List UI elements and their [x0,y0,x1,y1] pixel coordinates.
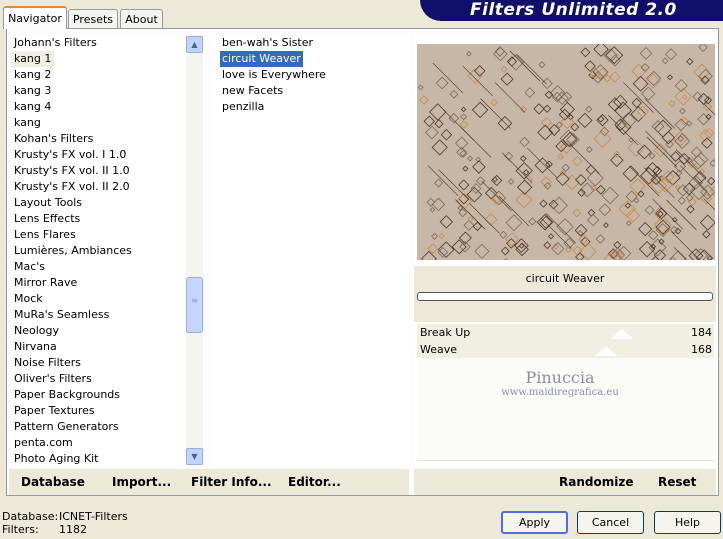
category-item[interactable]: Noise Filters [14,355,81,371]
preview-filter-name: circuit Weaver [525,272,605,285]
reset-link[interactable]: Reset [658,469,696,495]
import-link[interactable]: Import... [112,469,171,495]
randomize-link[interactable]: Randomize [559,469,633,495]
category-scrollbar[interactable]: ▲ ≡ ▼ [186,35,203,465]
category-item[interactable]: Layout Tools [14,195,82,211]
parameter-slider-1[interactable]: Weave 168 [417,341,714,359]
filter-item[interactable]: penzilla [222,99,264,115]
category-item[interactable]: Mock [14,291,43,307]
preview-image [417,44,715,260]
editor-link[interactable]: Editor... [288,469,341,495]
category-item[interactable]: Johann's Filters [14,35,97,51]
category-item[interactable]: Mirror Rave [14,275,77,291]
scroll-down-button[interactable]: ▼ [186,448,203,465]
database-link[interactable]: Database [21,469,85,495]
grip-icon: ≡ [191,296,198,305]
category-item[interactable]: Photo Aging Kit [14,451,98,465]
category-item[interactable]: Neology [14,323,59,339]
app-title: Filters Unlimited 2.0 [470,0,677,20]
slider-thumb-icon[interactable] [595,346,617,356]
watermark-name: Pinuccia [525,368,595,387]
category-item[interactable]: Lens Flares [14,227,76,243]
category-item[interactable]: MuRa's Seamless [14,307,109,323]
category-item[interactable]: Lumières, Ambiances [14,243,132,259]
parameter-label: Break Up [420,326,471,339]
parameter-slider-0[interactable]: Break Up 184 [417,324,714,342]
filters-label: Filters: [2,523,39,536]
category-item[interactable]: Paper Backgrounds [14,387,120,403]
category-item[interactable]: penta.com [14,435,73,451]
category-item[interactable]: Oliver's Filters [14,371,92,387]
preview-texture [417,44,715,260]
watermark-url: www.maidiregrafica.eu [501,387,619,398]
progress-bar [417,292,713,301]
scroll-thumb[interactable]: ≡ [186,277,203,333]
category-item[interactable]: Krusty's FX vol. II 2.0 [14,179,130,195]
category-item[interactable]: kang 1 [11,51,55,67]
tab-navigator[interactable]: Navigator [3,6,67,29]
category-list[interactable]: Johann's Filters kang 1 kang 2 kang 3 kang 4… [9,35,185,465]
tab-presets[interactable]: Presets [68,9,118,28]
cancel-button[interactable]: Cancel [577,511,644,534]
filter-item[interactable]: love is Everywhere [222,67,326,83]
filter-list[interactable]: ben-wah's Sister circuit Weaver love is Ev… [212,35,409,465]
scroll-up-button[interactable]: ▲ [186,36,203,53]
help-button[interactable]: Help [654,511,721,534]
category-item[interactable]: Kohan's Filters [14,131,93,147]
database-value: ICNET-Filters [59,510,128,523]
parameter-label: Weave [420,343,458,356]
category-item[interactable]: Pattern Generators [14,419,119,435]
category-item[interactable]: Nirvana [14,339,57,355]
category-item[interactable]: kang 3 [14,83,51,99]
chevron-up-icon: ▲ [191,40,198,49]
filter-item[interactable]: ben-wah's Sister [222,35,313,51]
chevron-down-icon: ▼ [191,452,198,461]
category-item[interactable]: Lens Effects [14,211,80,227]
slider-thumb-icon[interactable] [611,329,633,339]
filter-item[interactable]: new Facets [222,83,283,99]
category-item[interactable]: kang [14,115,41,131]
category-item[interactable]: Mac's [14,259,45,275]
category-item[interactable]: Krusty's FX vol. I 1.0 [14,147,126,163]
category-item[interactable]: Krusty's FX vol. II 1.0 [14,163,130,179]
filter-item[interactable]: circuit Weaver [220,51,303,67]
database-label: Database: [2,510,59,523]
apply-button[interactable]: Apply [501,511,568,534]
filter-info-link[interactable]: Filter Info... [191,469,272,495]
tab-about[interactable]: About [120,9,163,28]
category-item[interactable]: kang 4 [14,99,51,115]
category-item[interactable]: kang 2 [14,67,51,83]
parameter-value: 184 [691,326,712,339]
parameter-row-empty [417,426,714,444]
parameter-row-empty [417,409,714,427]
filters-count: 1182 [59,523,87,536]
parameter-row-empty [417,443,714,461]
parameter-value: 168 [691,343,712,356]
category-item[interactable]: Paper Textures [14,403,95,419]
